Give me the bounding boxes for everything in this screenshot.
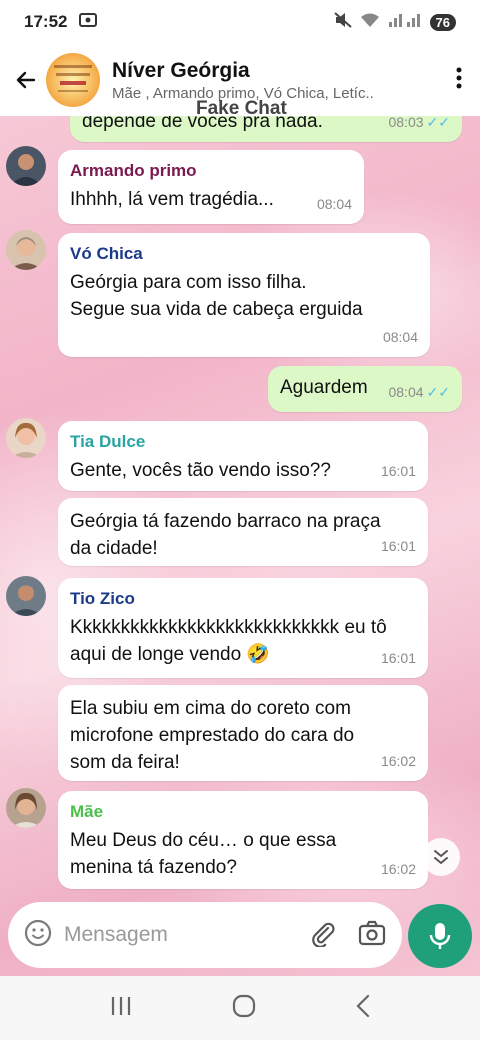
message-time: 08:04 — [316, 196, 352, 212]
read-ticks-icon: ✓✓ — [426, 116, 450, 130]
message-text-line: microfone emprestado do cara do — [70, 725, 355, 746]
system-navigation-bar — [0, 976, 480, 1040]
message-text-line: som da feira! — [70, 752, 180, 773]
mic-button[interactable] — [408, 904, 472, 968]
camera-icon[interactable] — [358, 920, 386, 951]
double-chevron-down-icon — [434, 850, 448, 865]
sender-name: Armando primo — [70, 161, 197, 180]
more-options-button[interactable] — [456, 67, 462, 94]
chat-area[interactable]: depende de vocês pra nada. 08:03 ✓✓ Arman… — [0, 116, 480, 976]
fake-chat-label: Fake Chat — [196, 98, 287, 119]
message-text: Ihhhh, lá vem tragédia... — [70, 189, 274, 210]
home-button[interactable] — [231, 993, 257, 1024]
wifi-icon — [360, 12, 380, 33]
message-input[interactable]: Mensagem — [64, 923, 168, 947]
kebab-menu-icon — [456, 67, 462, 88]
read-ticks-icon: ✓✓ — [426, 384, 450, 400]
message-time: 08:04 — [382, 329, 418, 345]
emoji-icon[interactable] — [24, 919, 52, 952]
message-time: 08:04 ✓✓ — [388, 384, 450, 400]
back-button[interactable] — [6, 68, 46, 92]
battery-indicator: 76 — [429, 13, 456, 31]
message-text-line: Kkkkkkkkkkkkkkkkkkkkkkkkkkkk eu tô — [70, 617, 387, 638]
avatar-mae[interactable] — [6, 788, 46, 828]
message-time: 16:01 — [380, 650, 416, 666]
message-time: 16:02 — [380, 753, 416, 769]
message-text-line: Segue sua vida de cabeça erguida — [70, 299, 363, 320]
status-bar: 17:52 76 — [0, 0, 480, 44]
status-time: 17:52 — [24, 12, 68, 31]
message-bubble-incoming[interactable]: Armando primo Ihhhh, lá vem tragédia... … — [58, 150, 364, 224]
avatar-armando[interactable] — [6, 146, 46, 186]
sender-name: Tia Dulce — [70, 432, 146, 451]
attach-icon[interactable] — [308, 919, 336, 952]
message-bubble-incoming[interactable]: Tia Dulce Gente, vocês tão vendo isso?? … — [58, 421, 428, 491]
avatar-tia-dulce[interactable] — [6, 418, 46, 458]
message-text-line: Geórgia tá fazendo barraco na praça — [70, 511, 381, 532]
message-bubble-incoming[interactable]: Vó Chica Geórgia para com isso filha. Se… — [58, 233, 430, 357]
arrow-left-icon — [16, 71, 36, 89]
message-bubble-outgoing[interactable]: Aguardem 08:04 ✓✓ — [268, 366, 462, 412]
mute-icon — [333, 11, 352, 33]
message-text: Aguardem — [280, 377, 368, 398]
message-time: 16:01 — [380, 538, 416, 554]
message-text-line: Ela subiu em cima do coreto com — [70, 698, 351, 719]
message-text-line: Geórgia para com isso filha. — [70, 272, 307, 293]
microphone-icon — [429, 923, 451, 949]
message-input-bar[interactable]: Mensagem — [8, 902, 402, 968]
sender-name: Vó Chica — [70, 244, 143, 263]
sender-name: Mãe — [70, 802, 104, 821]
recent-apps-button[interactable] — [109, 995, 133, 1022]
avatar-tio-zico[interactable] — [6, 576, 46, 616]
message-time: 16:02 — [380, 861, 416, 877]
group-avatar[interactable] — [46, 53, 100, 107]
sender-name: Tio Zico — [70, 589, 135, 608]
back-nav-button[interactable] — [355, 994, 371, 1023]
message-text-line: da cidade! — [70, 538, 158, 559]
message-bubble-incoming[interactable]: Geórgia tá fazendo barraco na praça da c… — [58, 498, 428, 566]
message-text-line: Meu Deus do céu… o que essa — [70, 830, 337, 851]
message-bubble-incoming[interactable]: Mãe Meu Deus do céu… o que essa menina t… — [58, 791, 428, 889]
message-text: Gente, vocês tão vendo isso?? — [70, 460, 331, 481]
message-text-line: menina tá fazendo? — [70, 857, 237, 878]
avatar-vo-chica[interactable] — [6, 230, 46, 270]
message-time: 08:03 ✓✓ — [388, 116, 450, 130]
message-text-line: aqui de longe vendo 🤣 — [70, 644, 271, 665]
screen-record-icon — [79, 12, 98, 33]
message-time: 16:01 — [380, 463, 416, 479]
scroll-to-bottom-button[interactable] — [422, 838, 460, 876]
message-bubble-incoming[interactable]: Ela subiu em cima do coreto com microfon… — [58, 685, 428, 781]
chat-title: Níver Geórgia — [112, 58, 250, 82]
chat-title-block[interactable]: Níver Geórgia Mãe , Armando primo, Vó Ch… — [112, 59, 412, 102]
signal-icon — [388, 12, 422, 33]
message-bubble-incoming[interactable]: Tio Zico Kkkkkkkkkkkkkkkkkkkkkkkkkkkk eu… — [58, 578, 428, 678]
